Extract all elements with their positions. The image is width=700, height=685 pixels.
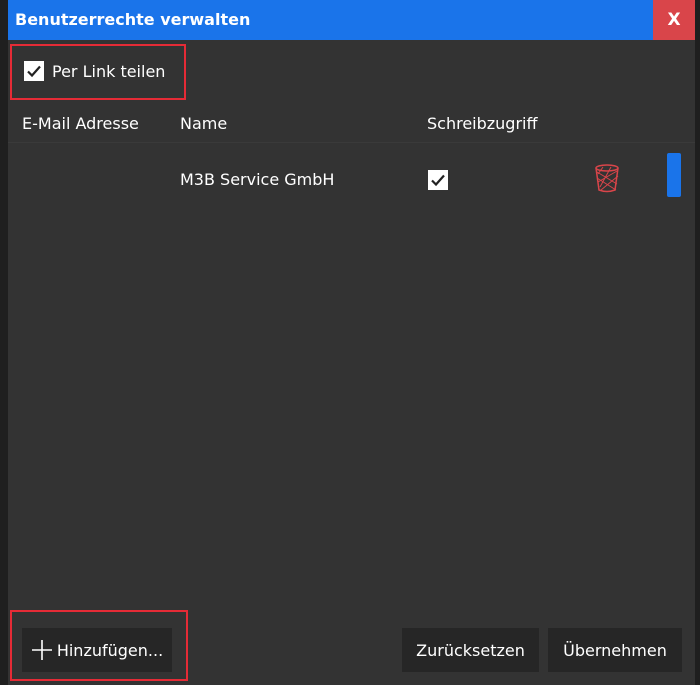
close-button[interactable]: X bbox=[653, 0, 695, 40]
add-button-label: Hinzufügen... bbox=[56, 640, 164, 660]
row-name: M3B Service GmbH bbox=[180, 170, 335, 189]
plus-icon bbox=[31, 640, 52, 660]
delete-icon[interactable] bbox=[594, 163, 620, 197]
apply-button[interactable]: Übernehmen bbox=[548, 628, 682, 672]
checkmark-icon bbox=[27, 65, 41, 78]
write-access-checkbox[interactable] bbox=[428, 170, 448, 190]
checkmark-icon bbox=[431, 174, 445, 187]
add-button[interactable]: Hinzufügen... bbox=[22, 628, 172, 672]
dialog-titlebar: Benutzerrechte verwalten X bbox=[8, 0, 695, 40]
header-email: E-Mail Adresse bbox=[22, 114, 139, 133]
header-divider bbox=[8, 142, 695, 143]
reset-button[interactable]: Zurücksetzen bbox=[402, 628, 539, 672]
apply-button-label: Übernehmen bbox=[563, 640, 667, 660]
share-by-link-checkbox[interactable] bbox=[24, 61, 44, 81]
share-by-link-label: Per Link teilen bbox=[52, 61, 166, 81]
permissions-dialog: Benutzerrechte verwalten X Per Link teil… bbox=[8, 0, 695, 685]
background-left bbox=[0, 0, 8, 685]
dialog-title: Benutzerrechte verwalten bbox=[15, 10, 251, 29]
scrollbar-thumb[interactable] bbox=[667, 153, 681, 197]
share-by-link-toggle[interactable]: Per Link teilen bbox=[24, 58, 165, 84]
header-name: Name bbox=[180, 114, 228, 133]
reset-button-label: Zurücksetzen bbox=[416, 640, 525, 660]
background-right bbox=[695, 0, 700, 685]
trash-icon bbox=[595, 164, 619, 193]
header-write-access: Schreibzugriff bbox=[427, 114, 538, 133]
